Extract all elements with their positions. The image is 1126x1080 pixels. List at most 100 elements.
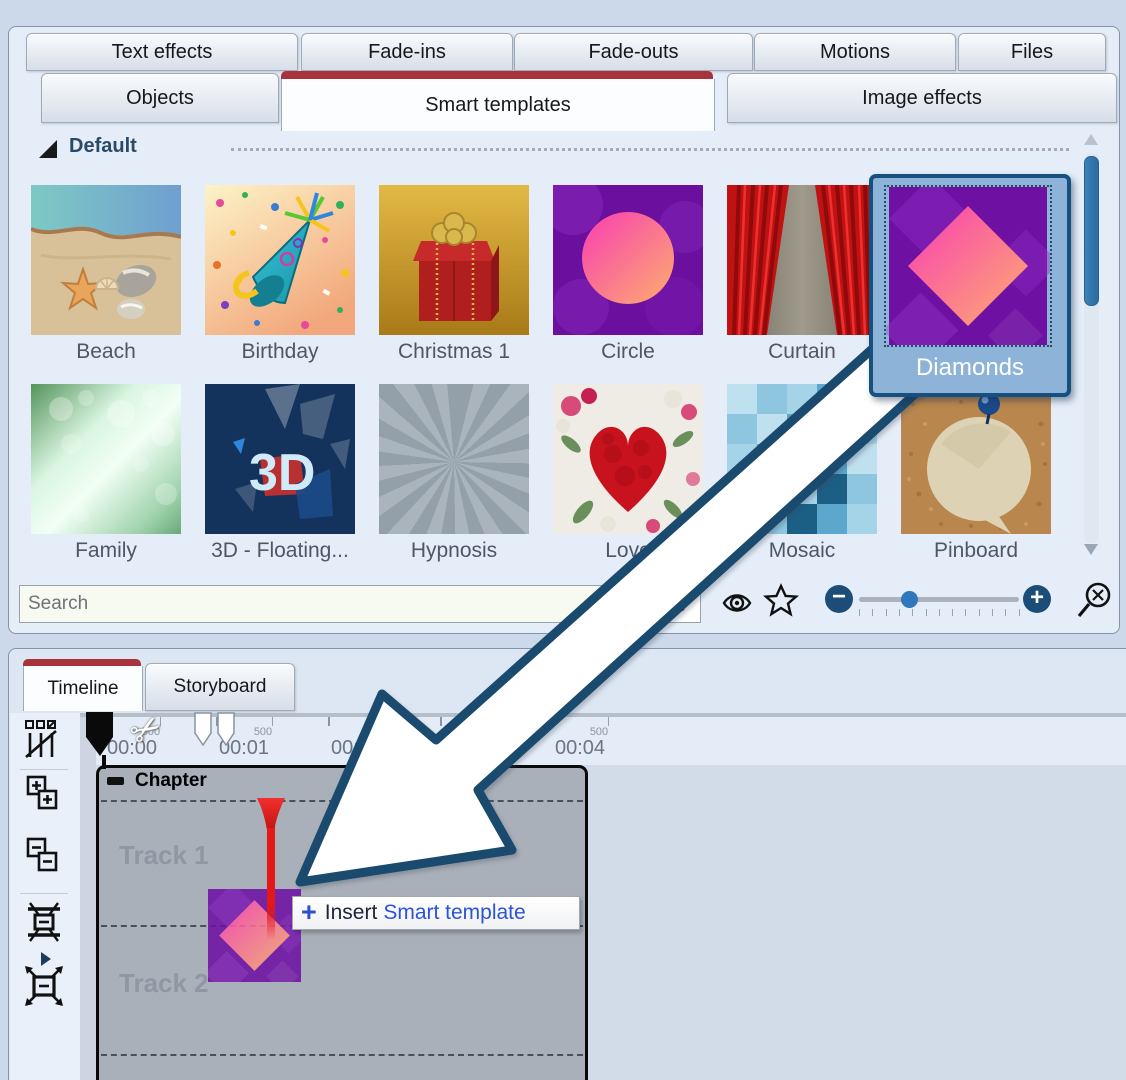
tab-label: Fade-ins bbox=[368, 41, 446, 64]
tab-fade-ins[interactable]: Fade-ins bbox=[301, 33, 513, 71]
template-label: Love bbox=[553, 539, 703, 563]
ruler-half-label: 500 bbox=[470, 726, 504, 738]
tab-timeline[interactable]: Timeline bbox=[23, 666, 143, 711]
tab-objects[interactable]: Objects bbox=[41, 73, 279, 123]
plus-icon: + bbox=[301, 897, 317, 928]
zoom-out-thumbnails-button[interactable]: − bbox=[825, 585, 853, 613]
tab-label: Fade-outs bbox=[588, 41, 678, 64]
slider-track[interactable] bbox=[859, 597, 1019, 602]
scrollbar-up-button[interactable] bbox=[1084, 134, 1098, 145]
toolbar-divider bbox=[20, 893, 68, 894]
mosaic-cell bbox=[757, 414, 787, 444]
mosaic-cell bbox=[757, 444, 787, 474]
preview-eye-button[interactable] bbox=[721, 587, 753, 619]
mosaic-thumbnail mosaic-grid bbox=[727, 384, 877, 534]
family-thumbnail bbox=[31, 384, 181, 534]
collapse-all-tracks-icon[interactable] bbox=[26, 837, 62, 877]
slider-tick bbox=[979, 609, 980, 616]
tab-fade-outs[interactable]: Fade-outs bbox=[514, 33, 753, 71]
track-divider bbox=[101, 800, 583, 802]
track-gutter bbox=[80, 717, 96, 1080]
template-tile-christmas[interactable]: Christmas 1 bbox=[379, 185, 529, 364]
mosaic-cell bbox=[757, 474, 787, 504]
mosaic-cell bbox=[847, 474, 877, 504]
track-2-label[interactable]: Track 2 bbox=[119, 968, 209, 999]
manual-timing-icon[interactable] bbox=[24, 719, 60, 761]
mosaic-cell bbox=[847, 504, 877, 534]
timeline-ruler[interactable]: 00:0050000:0150000:0250000:0350000:04500 bbox=[96, 717, 1126, 765]
ruler-time-label: 00:03 bbox=[436, 737, 500, 760]
mosaic-cell bbox=[727, 474, 757, 504]
mosaic-cell bbox=[817, 444, 847, 474]
tab-text-effects[interactable]: Text effects bbox=[26, 33, 298, 71]
tab-smart-templates[interactable]: Smart templates bbox=[281, 79, 715, 131]
beach-thumbnail bbox=[31, 185, 181, 335]
ruler-tick bbox=[608, 717, 609, 726]
mosaic-cell bbox=[787, 474, 817, 504]
chevron-up-icon bbox=[1084, 134, 1098, 145]
tab-label: Timeline bbox=[47, 678, 118, 700]
tab-label: Files bbox=[1011, 41, 1053, 64]
reset-zoom-button[interactable] bbox=[1075, 579, 1115, 621]
mosaic-cell bbox=[727, 414, 757, 444]
zoom-timeline-full-icon[interactable] bbox=[24, 965, 64, 1007]
category-divider bbox=[231, 148, 1069, 151]
zoom-in-thumbnails-button[interactable]: + bbox=[1023, 585, 1051, 613]
template-tile-curtain[interactable]: Curtain bbox=[727, 185, 877, 364]
scrollbar-thumb[interactable] bbox=[1084, 156, 1099, 306]
svg-text:3D: 3D bbox=[249, 444, 315, 502]
expand-all-tracks-icon[interactable] bbox=[26, 775, 62, 815]
template-tile-pinboard[interactable]: Pinboard bbox=[901, 384, 1051, 563]
template-tile-mosaic[interactable]: Mosaic bbox=[727, 384, 877, 563]
template-label: Circle bbox=[553, 340, 703, 364]
track-divider bbox=[101, 1054, 583, 1056]
slider-tick bbox=[965, 609, 966, 616]
favorites-button[interactable] bbox=[763, 583, 799, 619]
template-tile-birthday[interactable]: Birthday bbox=[205, 185, 355, 364]
pinboard-thumbnail bbox=[901, 384, 1051, 534]
ruler-tick bbox=[272, 717, 273, 726]
tab-label: Smart templates bbox=[425, 94, 571, 117]
template-tile-love[interactable]: Love bbox=[553, 384, 703, 563]
category-title[interactable]: Default bbox=[69, 135, 137, 158]
template-label: Diamonds bbox=[873, 354, 1067, 382]
plus-icon: + bbox=[1030, 586, 1044, 610]
insert-tooltip: + Insert Smart template bbox=[292, 896, 580, 930]
thumbnail-zoom-slider[interactable] bbox=[857, 585, 1025, 635]
tab-files[interactable]: Files bbox=[958, 33, 1106, 71]
chevron-down-icon bbox=[1084, 544, 1098, 555]
chapter-collapse-button minus-icon[interactable] bbox=[107, 777, 124, 785]
active-tab-accent-bar bbox=[281, 71, 713, 79]
category-collapse-icon[interactable] bbox=[37, 138, 59, 160]
clear-search-button[interactable]: ✕ bbox=[653, 586, 700, 622]
tab-label: Motions bbox=[820, 41, 890, 64]
tab-label: Storyboard bbox=[174, 676, 267, 698]
template-label: Beach bbox=[31, 340, 181, 364]
timeline-marker-flags[interactable] bbox=[193, 711, 241, 751]
track-1-label[interactable]: Track 1 bbox=[119, 840, 209, 871]
template-tile-circle[interactable]: Circle bbox=[553, 185, 703, 364]
ruler-tick bbox=[328, 717, 330, 726]
christmas-thumbnail bbox=[379, 185, 529, 335]
tab-label: Image effects bbox=[862, 87, 982, 110]
scrollbar-down-button[interactable] bbox=[1084, 544, 1098, 555]
floating-3d-thumbnail: 3D bbox=[205, 384, 355, 534]
tab-storyboard[interactable]: Storyboard bbox=[145, 663, 295, 711]
tab-image-effects[interactable]: Image effects bbox=[727, 73, 1117, 123]
slider-tick bbox=[952, 609, 953, 616]
template-tile-diamonds-selected[interactable]: Diamonds bbox=[869, 174, 1071, 397]
template-tile-3d-floating[interactable]: 3D 3D - Floating... bbox=[205, 384, 355, 563]
diamonds-thumbnail-frame bbox=[884, 185, 1052, 347]
template-tile-beach[interactable]: Beach bbox=[31, 185, 181, 364]
mosaic-cell bbox=[727, 504, 757, 534]
zoom-timeline-fit-icon[interactable] bbox=[24, 901, 64, 945]
template-tile-family[interactable]: Family bbox=[31, 384, 181, 563]
tab-motions[interactable]: Motions bbox=[754, 33, 956, 71]
template-tile-hypnosis[interactable]: Hypnosis bbox=[379, 384, 529, 563]
circle-thumbnail bbox=[553, 185, 703, 335]
slider-tick bbox=[992, 609, 993, 616]
playhead-marker[interactable] bbox=[85, 711, 115, 769]
search-input[interactable] bbox=[26, 588, 610, 620]
slider-thumb[interactable] bbox=[901, 591, 918, 608]
slider-tick bbox=[912, 609, 913, 616]
